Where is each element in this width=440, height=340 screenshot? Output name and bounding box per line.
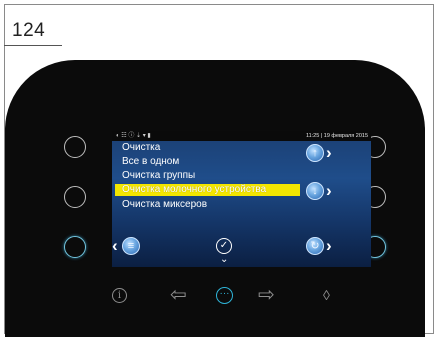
menu-item-milk-device-cleaning[interactable]: Очистка молочного устройства [115,184,300,196]
menu-item-mixer-cleaning[interactable]: Очистка миксеров [122,199,207,211]
scroll-down-icon[interactable]: ↓ [306,182,324,200]
left-side-button-2[interactable] [64,186,86,208]
status-datetime: 11:25 | 19 февраля 2015 [305,133,368,139]
refresh-icon[interactable]: ↻ [306,237,324,255]
info-icon[interactable]: i [112,288,127,303]
arrow-left-icon[interactable]: ⇦ [170,285,187,305]
page-number-underline [4,45,62,46]
menu-dots-icon[interactable]: ··· [216,287,233,304]
menu-item-title[interactable]: Очистка [122,142,160,154]
scroll-up-icon[interactable]: ↑ [306,144,324,162]
menu-item-group-cleaning[interactable]: Очистка группы [122,170,195,182]
display-screen: ◐ ☷ ⓘ ⇣ ▾ ▮ 11:25 | 19 февраля 2015 Очис… [112,131,371,267]
chevron-right-icon: › [326,181,332,200]
page-number: 124 [12,20,46,41]
back-menu-icon[interactable]: ≡ [122,237,140,255]
confirm-check-icon[interactable]: ✓ [216,238,232,254]
left-side-button-1[interactable] [64,136,86,158]
arrow-right-icon[interactable]: ⇨ [258,285,275,305]
drop-icon[interactable]: ◊ [323,288,330,302]
status-icons: ◐ ☷ ⓘ ⇣ ▾ ▮ [116,133,151,139]
confirm-chevron-down-icon: ⌄ [220,254,229,265]
status-bar: ◐ ☷ ⓘ ⇣ ▾ ▮ 11:25 | 19 февраля 2015 [112,131,371,141]
chevron-right-icon: › [326,143,332,162]
menu-item-all-in-one[interactable]: Все в одном [122,156,179,168]
chevron-left-icon: ‹ [112,236,118,255]
chevron-right-icon: › [326,236,332,255]
left-side-button-3[interactable] [64,236,86,258]
